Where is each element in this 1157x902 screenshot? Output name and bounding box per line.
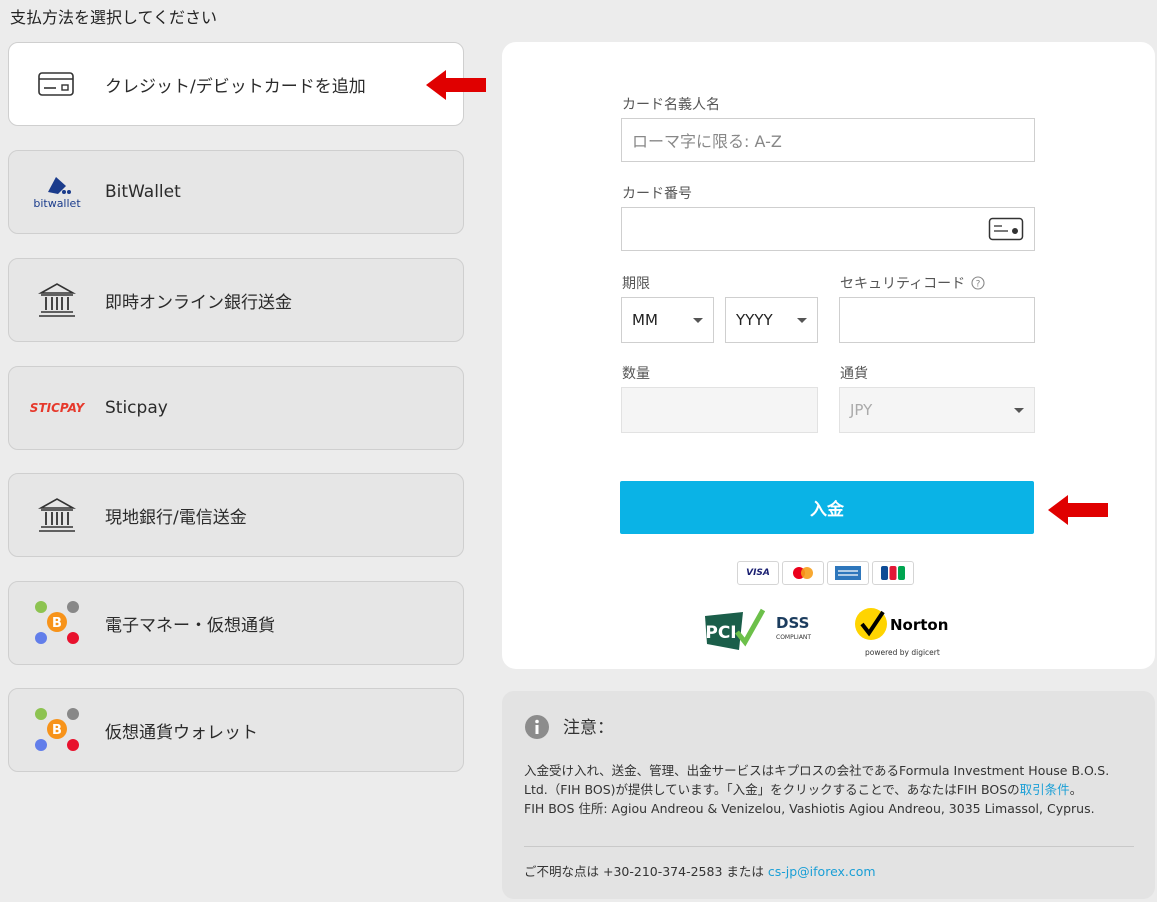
terms-link[interactable]: 取引条件: [1020, 782, 1070, 797]
method-label: Sticpay: [105, 398, 168, 418]
pci-dss-text: DSS: [776, 614, 810, 632]
method-credit-card[interactable]: クレジット/デビットカードを追加: [8, 42, 464, 126]
jcb-logo-icon: [872, 561, 914, 585]
bank-icon: [9, 474, 105, 556]
method-sticpay[interactable]: STICPAY Sticpay: [8, 366, 464, 450]
chevron-down-icon: [797, 317, 807, 323]
method-label: 電子マネー・仮想通貨: [105, 615, 275, 636]
currency-value: JPY: [850, 401, 873, 419]
cardholder-label: カード名義人名: [622, 97, 720, 113]
method-label: 即時オンライン銀行送金: [105, 292, 292, 313]
method-bitwallet[interactable]: bitwallet BitWallet: [8, 150, 464, 234]
sticpay-logo-icon: STICPAY: [9, 367, 105, 449]
method-local-bank-wire[interactable]: 現地銀行/電信送金: [8, 473, 464, 557]
card-number-input[interactable]: [621, 207, 1035, 251]
visa-logo-text: VISA: [746, 568, 770, 578]
svg-text:PCI: PCI: [705, 623, 736, 643]
crypto-coins-icon: B: [9, 689, 105, 771]
bitwallet-logo-icon: bitwallet: [9, 151, 105, 233]
page-title: 支払方法を選択してください: [10, 8, 218, 27]
method-e-money-crypto[interactable]: B 電子マネー・仮想通貨: [8, 581, 464, 665]
question-circle-icon[interactable]: ?: [971, 276, 985, 290]
currency-select[interactable]: JPY: [839, 387, 1035, 433]
method-label: 現地銀行/電信送金: [105, 507, 247, 528]
expiry-label: 期限: [622, 276, 650, 292]
method-crypto-wallet[interactable]: B 仮想通貨ウォレット: [8, 688, 464, 772]
deposit-button[interactable]: 入金: [620, 481, 1034, 534]
red-arrow-icon: [1048, 495, 1108, 525]
cardholder-input[interactable]: ローマ字に限る: A-Z: [621, 118, 1035, 162]
sticpay-logo-text: STICPAY: [29, 401, 85, 415]
chevron-down-icon: [1014, 407, 1024, 413]
contact-prefix: ご不明な点は +30-210-374-2583 または: [524, 864, 768, 879]
svg-text:?: ?: [976, 280, 981, 290]
notice-address: FIH BOS 住所: Agiou Andreou & Venizelou, V…: [524, 801, 1095, 816]
card-number-label: カード番号: [622, 186, 692, 202]
notice-panel: 注意： 入金受け入れ、送金、管理、出金サービスはキプロスの会社であるFormul…: [502, 691, 1155, 899]
bitwallet-logo-text: bitwallet: [33, 197, 81, 210]
method-online-bank[interactable]: 即時オンライン銀行送金: [8, 258, 464, 342]
norton-powered-text: powered by digicert: [865, 648, 940, 657]
security-code-input[interactable]: [839, 297, 1035, 343]
security-code-label: セキュリティコード: [840, 276, 966, 292]
amount-input[interactable]: [621, 387, 818, 433]
visa-logo-icon: VISA: [737, 561, 779, 585]
method-label: BitWallet: [105, 182, 181, 202]
crypto-coins-icon: B: [9, 582, 105, 664]
notice-contact: ご不明な点は +30-210-374-2583 または cs-jp@iforex…: [524, 861, 876, 880]
expiry-year-select[interactable]: YYYY: [725, 297, 818, 343]
amount-label: 数量: [622, 366, 650, 382]
card-number-card-icon: [988, 217, 1024, 241]
expiry-month-value: MM: [632, 311, 658, 329]
notice-divider: [524, 846, 1134, 847]
credit-card-icon: [9, 43, 105, 125]
chevron-down-icon: [693, 317, 703, 323]
notice-text: 入金受け入れ、送金、管理、出金サービスはキプロスの会社であるFormula In…: [524, 761, 1136, 818]
norton-badge: Norton powered by digicert: [853, 606, 953, 658]
contact-email-link[interactable]: cs-jp@iforex.com: [768, 864, 876, 879]
method-label: 仮想通貨ウォレット: [105, 722, 258, 743]
info-icon: [525, 715, 549, 739]
bank-icon: [9, 259, 105, 341]
norton-text: Norton: [890, 616, 949, 634]
norton-check-icon: [855, 608, 887, 640]
amex-logo-icon: [827, 561, 869, 585]
method-label: クレジット/デビットカードを追加: [105, 76, 366, 97]
currency-label: 通貨: [840, 366, 868, 382]
expiry-year-value: YYYY: [736, 311, 773, 329]
notice-line1-end: 。: [1069, 782, 1083, 797]
svg-text:B: B: [52, 723, 62, 738]
pci-compliant-text: COMPLIANT: [776, 634, 812, 641]
security-code-label-row: セキュリティコード ?: [840, 273, 985, 293]
pci-dss-badge: PCI DSS COMPLIANT: [703, 606, 819, 656]
expiry-month-select[interactable]: MM: [621, 297, 714, 343]
cardholder-placeholder: ローマ字に限る: A-Z: [632, 132, 782, 151]
pci-logo-icon: PCI: [705, 608, 765, 650]
red-arrow-icon: [426, 70, 486, 100]
svg-text:B: B: [52, 616, 62, 631]
notice-title: 注意：: [563, 718, 614, 738]
mastercard-logo-icon: [782, 561, 824, 585]
